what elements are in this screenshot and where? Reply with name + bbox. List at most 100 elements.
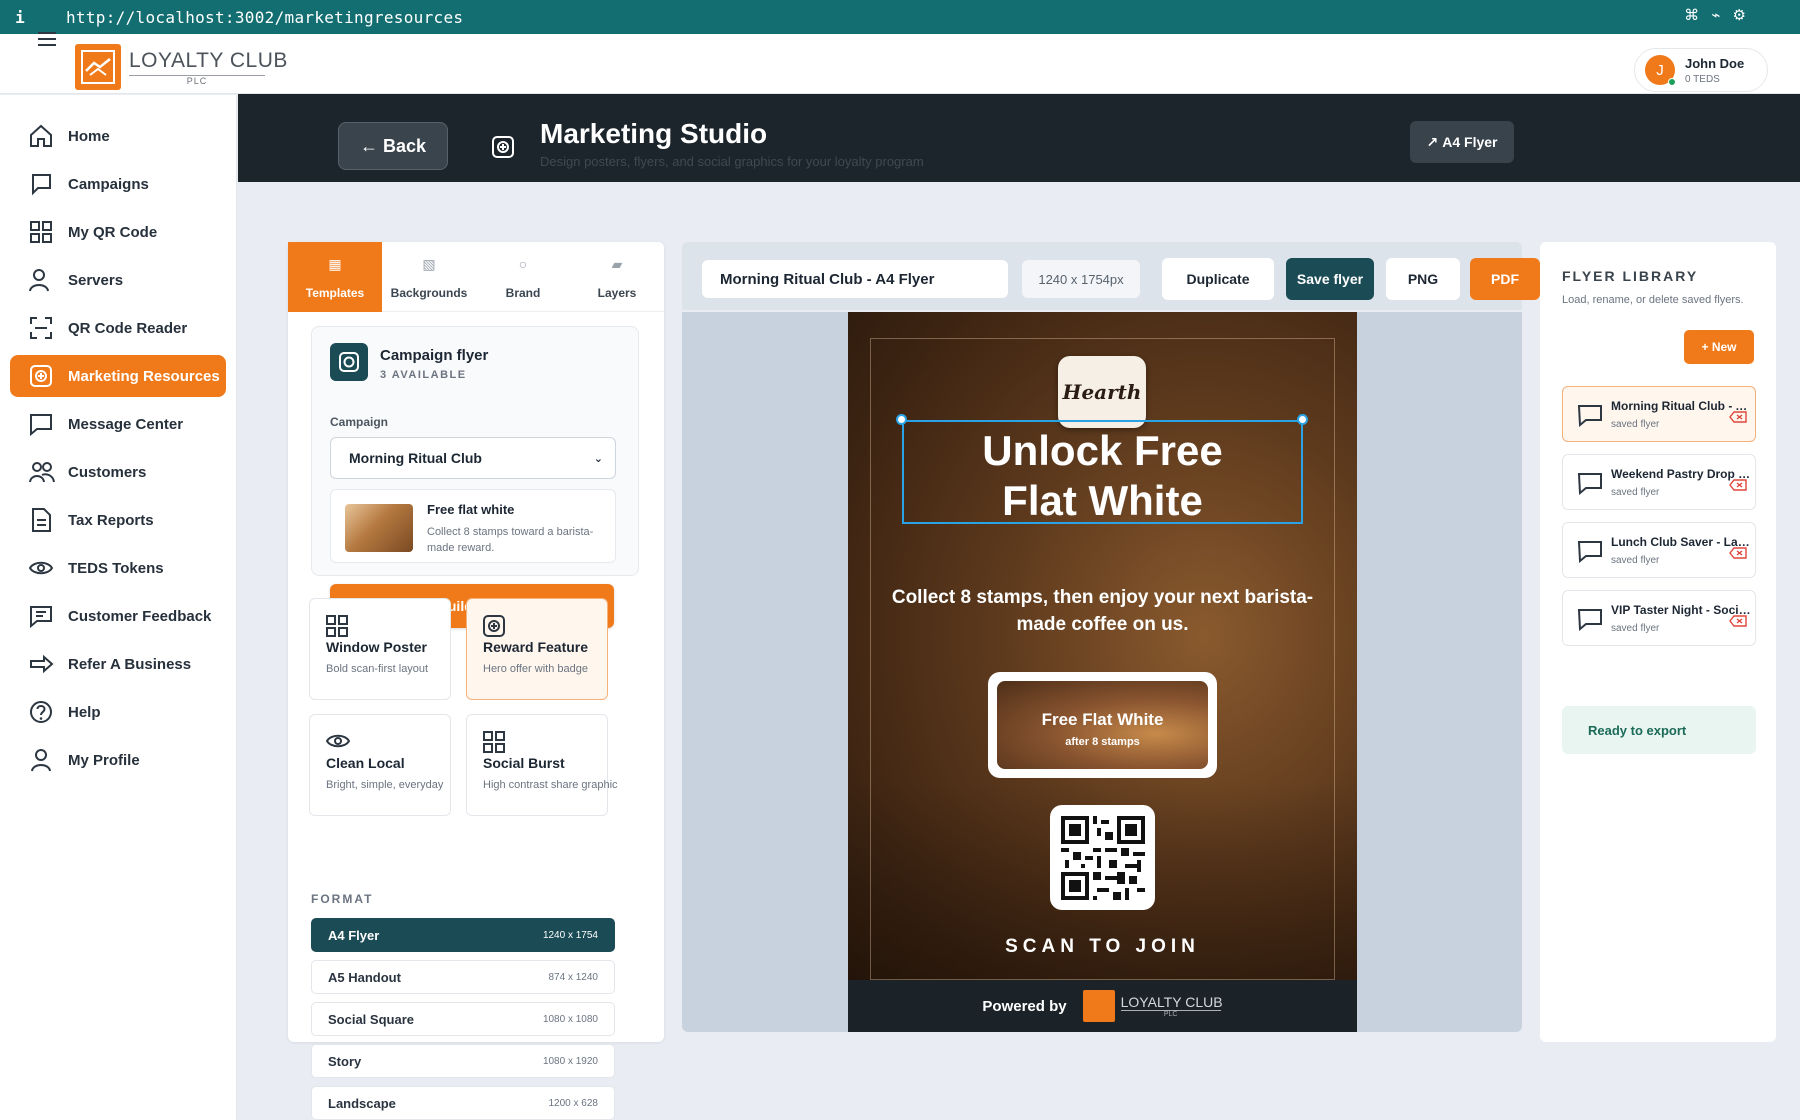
reward-title: Free flat white: [427, 502, 515, 517]
badge-icon: [483, 615, 505, 637]
sidebar-item-campaigns[interactable]: Campaigns: [10, 163, 226, 205]
tab-layers[interactable]: ▰ Layers: [570, 242, 664, 312]
tab-templates[interactable]: ▦ Templates: [288, 242, 382, 312]
format-option-a4-flyer[interactable]: A4 Flyer 1240 x 1754: [311, 918, 615, 952]
format-option-social-square[interactable]: Social Square 1080 x 1080: [311, 1002, 615, 1036]
duplicate-button[interactable]: Duplicate: [1162, 258, 1274, 300]
footer-logo-text: LOYALTY CLUB: [1120, 994, 1223, 1010]
sidebar-item-label: TEDS Tokens: [68, 559, 164, 577]
sidebar-item-tax-reports[interactable]: Tax Reports: [10, 499, 226, 541]
format-button[interactable]: ↗ A4 Flyer: [1410, 121, 1514, 163]
library-item[interactable]: Weekend Pastry Drop - Social Square save…: [1562, 454, 1756, 510]
format-name: Landscape: [328, 1095, 396, 1111]
delete-icon[interactable]: [1729, 615, 1747, 627]
sidebar-item-label: Help: [68, 703, 101, 721]
sidebar-item-teds-tokens[interactable]: TEDS Tokens: [10, 547, 226, 589]
campaign-flyer-card: Campaign flyer 3 AVAILABLE Campaign Morn…: [311, 326, 639, 576]
feedback-icon: [30, 606, 52, 629]
flyer-subline[interactable]: Collect 8 stamps, then enjoy your next b…: [888, 584, 1317, 638]
format-name: A4 Flyer: [328, 927, 380, 943]
logo-subtext: PLC: [129, 74, 265, 86]
new-flyer-button[interactable]: + New: [1684, 330, 1754, 364]
canvas-toolbar: Morning Ritual Club - A4 Flyer 1240 x 17…: [682, 242, 1540, 310]
eye-icon: [326, 734, 350, 748]
back-button[interactable]: ← Back: [338, 122, 448, 170]
sidebar-item-label: Marketing Resources: [68, 367, 220, 385]
campaign-badge-icon: [330, 343, 368, 381]
library-item-type: saved flyer: [1611, 419, 1660, 430]
info-icon[interactable]: i: [0, 8, 40, 27]
page-subtitle: Design posters, flyers, and social graph…: [540, 154, 924, 169]
template-reward-feature[interactable]: Reward Feature Hero offer with badge: [466, 598, 608, 700]
format-option-landscape[interactable]: Landscape 1200 x 628: [311, 1086, 615, 1120]
campaign-select[interactable]: Morning Ritual Club ⌄: [330, 437, 616, 479]
browser-url-bar: i http://localhost:3002/marketingresourc…: [0, 0, 1800, 34]
sidebar-item-my-profile[interactable]: My Profile: [10, 739, 226, 781]
sidebar-item-refer-a-business[interactable]: Refer A Business: [10, 643, 226, 685]
template-clean-local[interactable]: Clean Local Bright, simple, everyday: [309, 714, 451, 816]
template-social-burst[interactable]: Social Burst High contrast share graphic: [466, 714, 618, 816]
reward-tile-title: Free Flat White: [1041, 710, 1164, 729]
flyer-canvas[interactable]: Hearth Unlock Free Flat White Collect 8 …: [848, 312, 1357, 1032]
format-option-story[interactable]: Story 1080 x 1920: [311, 1044, 615, 1078]
format-size: 1080 x 1080: [542, 1013, 598, 1025]
sidebar-item-customer-feedback[interactable]: Customer Feedback: [10, 595, 226, 637]
library-item[interactable]: Morning Ritual Club - A4 Flyer saved fly…: [1562, 386, 1756, 442]
save-flyer-button[interactable]: Save flyer: [1286, 258, 1374, 300]
expand-arrow-icon: ↗: [1426, 133, 1439, 150]
sidebar-item-label: Servers: [68, 271, 124, 289]
backgrounds-icon: ▧: [422, 256, 436, 272]
export-png-button[interactable]: PNG: [1386, 258, 1460, 300]
selection-box[interactable]: [902, 420, 1303, 524]
resize-handle[interactable]: [1297, 414, 1308, 425]
campaign-count: 3 AVAILABLE: [380, 369, 467, 381]
tab-brand[interactable]: ○ Brand: [476, 242, 570, 312]
template-window-poster[interactable]: Window Poster Bold scan-first layout: [309, 598, 451, 700]
hamburger-menu-icon[interactable]: [38, 32, 56, 46]
user-menu[interactable]: J John Doe 0 TEDS: [1634, 48, 1768, 92]
export-pdf-button[interactable]: PDF: [1470, 258, 1540, 300]
qr-grid-icon: [30, 221, 52, 243]
sidebar-item-customers[interactable]: Customers: [10, 451, 226, 493]
flyer-footer: Powered by LOYALTY CLUB PLC: [848, 980, 1357, 1032]
sidebar-item-qr-code-reader[interactable]: QR Code Reader: [10, 307, 226, 349]
user-teds-balance: 0 TEDS: [1685, 73, 1720, 85]
brand-logo[interactable]: Hearth: [1058, 356, 1146, 428]
delete-icon[interactable]: [1729, 411, 1747, 423]
campaign-select-value: Morning Ritual Club: [349, 450, 482, 466]
studio-icon: [491, 135, 515, 164]
format-size: 1200 x 628: [548, 1097, 599, 1109]
sidebar-item-marketing-resources[interactable]: Marketing Resources: [10, 355, 226, 397]
library-item[interactable]: VIP Taster Night - Social Square saved f…: [1562, 590, 1756, 646]
format-button-label: A4 Flyer: [1442, 134, 1498, 150]
qr-code[interactable]: [1050, 805, 1155, 910]
page-title: Marketing Studio: [540, 118, 768, 149]
flyer-name-input[interactable]: Morning Ritual Club - A4 Flyer: [702, 260, 1008, 298]
chat-bubble-icon: [1577, 541, 1602, 563]
library-item[interactable]: Lunch Club Saver - Landscape saved flyer: [1562, 522, 1756, 578]
sidebar-item-help[interactable]: Help: [10, 691, 226, 733]
tab-backgrounds[interactable]: ▧ Backgrounds: [382, 242, 476, 312]
editor-left-panel: ▦ Templates ▧ Backgrounds ○ Brand ▰ Laye…: [288, 242, 664, 1042]
delete-icon[interactable]: [1729, 547, 1747, 559]
delete-icon[interactable]: [1729, 479, 1747, 491]
sidebar: Home Campaigns My QR Code Servers QR Cod…: [0, 95, 237, 1120]
campaign-select-label: Campaign: [330, 415, 389, 429]
loyalty-club-logo[interactable]: LOYALTY CLUB PLC: [75, 44, 288, 90]
browser-tools-icons[interactable]: ⌘ ⌁ ⚙: [1684, 6, 1750, 24]
canvas-size-badge: 1240 x 1754px: [1022, 260, 1140, 298]
person-icon: [29, 269, 49, 292]
sidebar-item-home[interactable]: Home: [10, 115, 226, 157]
resize-handle[interactable]: [896, 414, 907, 425]
url-text[interactable]: http://localhost:3002/marketingresources: [66, 8, 463, 27]
sidebar-item-servers[interactable]: Servers: [10, 259, 226, 301]
reward-tile[interactable]: Free Flat White after 8 stamps: [988, 672, 1217, 778]
scan-to-join-label[interactable]: SCAN TO JOIN: [848, 936, 1357, 958]
template-name: Reward Feature: [483, 639, 589, 655]
format-option-a5-handout[interactable]: A5 Handout 874 x 1240: [311, 960, 615, 994]
sidebar-item-my-qr-code[interactable]: My QR Code: [10, 211, 226, 253]
brand-icon: ○: [518, 256, 528, 272]
sidebar-item-message-center[interactable]: Message Center: [10, 403, 226, 445]
handshake-logo-icon: [1082, 990, 1115, 1022]
library-subtitle: Load, rename, or delete saved flyers.: [1562, 294, 1744, 306]
